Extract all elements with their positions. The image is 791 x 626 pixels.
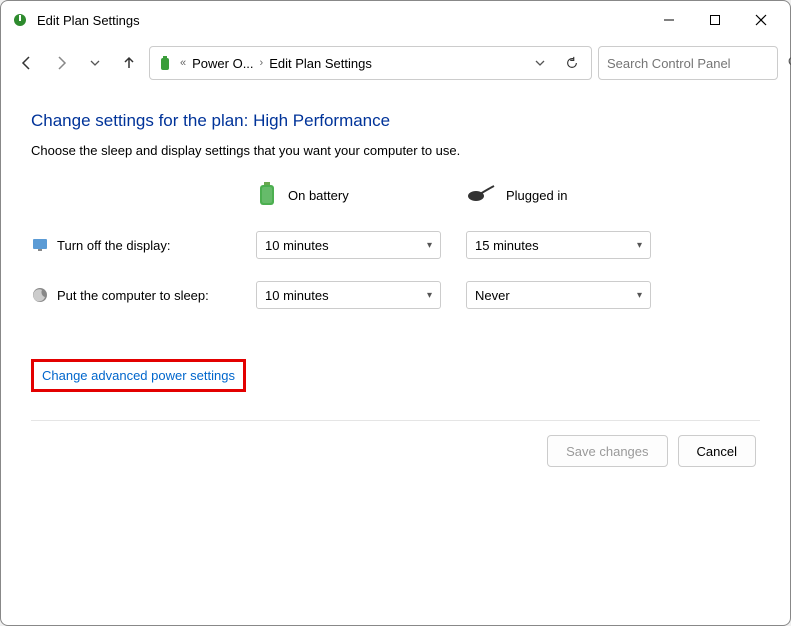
chevron-down-icon: ▾ — [637, 290, 642, 301]
advanced-link-highlight: Change advanced power settings — [31, 359, 246, 392]
minimize-button[interactable] — [646, 4, 692, 36]
setting-display-label: Turn off the display: — [31, 236, 256, 254]
sleep-battery-value: 10 minutes — [265, 288, 329, 303]
column-battery-label: On battery — [288, 188, 349, 203]
cancel-button[interactable]: Cancel — [678, 435, 756, 467]
content-area: Change settings for the plan: High Perfo… — [1, 87, 790, 625]
window-title: Edit Plan Settings — [37, 13, 646, 28]
forward-button[interactable] — [47, 49, 75, 77]
setting-row-sleep: Put the computer to sleep: 10 minutes ▾ … — [31, 281, 760, 309]
columns-header: On battery Plugged in — [31, 180, 760, 211]
battery-icon — [256, 180, 278, 211]
chevron-right-icon: › — [260, 57, 264, 69]
window-controls — [646, 4, 784, 36]
app-icon — [11, 11, 29, 29]
sleep-icon — [31, 286, 49, 304]
column-plugged-label: Plugged in — [506, 188, 567, 203]
search-icon — [787, 55, 791, 72]
breadcrumb-root[interactable]: Power O... — [192, 56, 253, 71]
sleep-battery-combo[interactable]: 10 minutes ▾ — [256, 281, 441, 309]
advanced-settings-link[interactable]: Change advanced power settings — [42, 368, 235, 383]
recent-dropdown-button[interactable] — [81, 49, 109, 77]
sleep-plugged-combo[interactable]: Never ▾ — [466, 281, 651, 309]
save-button[interactable]: Save changes — [547, 435, 667, 467]
display-battery-combo[interactable]: 10 minutes ▾ — [256, 231, 441, 259]
display-battery-value: 10 minutes — [265, 238, 329, 253]
breadcrumb-prefix: « — [180, 57, 186, 69]
refresh-button[interactable] — [559, 50, 585, 76]
window-frame: Edit Plan Settings — [0, 0, 791, 626]
chevron-down-icon: ▾ — [637, 240, 642, 251]
maximize-button[interactable] — [692, 4, 738, 36]
sleep-plugged-value: Never — [475, 288, 510, 303]
up-button[interactable] — [115, 49, 143, 77]
breadcrumb-current[interactable]: Edit Plan Settings — [269, 56, 372, 71]
search-box[interactable] — [598, 46, 778, 80]
display-plugged-combo[interactable]: 15 minutes ▾ — [466, 231, 651, 259]
column-on-battery: On battery — [256, 180, 466, 211]
page-subtext: Choose the sleep and display settings th… — [31, 143, 760, 158]
display-plugged-value: 15 minutes — [475, 238, 539, 253]
titlebar: Edit Plan Settings — [1, 1, 790, 39]
chevron-down-icon: ▾ — [427, 240, 432, 251]
navbar: « Power O... › Edit Plan Settings — [1, 39, 790, 87]
search-input[interactable] — [607, 56, 783, 71]
close-button[interactable] — [738, 4, 784, 36]
address-dropdown-button[interactable] — [527, 50, 553, 76]
setting-sleep-label: Put the computer to sleep: — [31, 286, 256, 304]
display-icon — [31, 236, 49, 254]
page-heading: Change settings for the plan: High Perfo… — [31, 111, 760, 131]
divider — [31, 420, 760, 421]
address-bar[interactable]: « Power O... › Edit Plan Settings — [149, 46, 592, 80]
footer-buttons: Save changes Cancel — [31, 435, 760, 467]
plug-icon — [466, 184, 496, 207]
chevron-down-icon: ▾ — [427, 290, 432, 301]
power-options-icon — [156, 54, 174, 72]
back-button[interactable] — [13, 49, 41, 77]
column-plugged-in: Plugged in — [466, 184, 676, 207]
setting-row-display: Turn off the display: 10 minutes ▾ 15 mi… — [31, 231, 760, 259]
